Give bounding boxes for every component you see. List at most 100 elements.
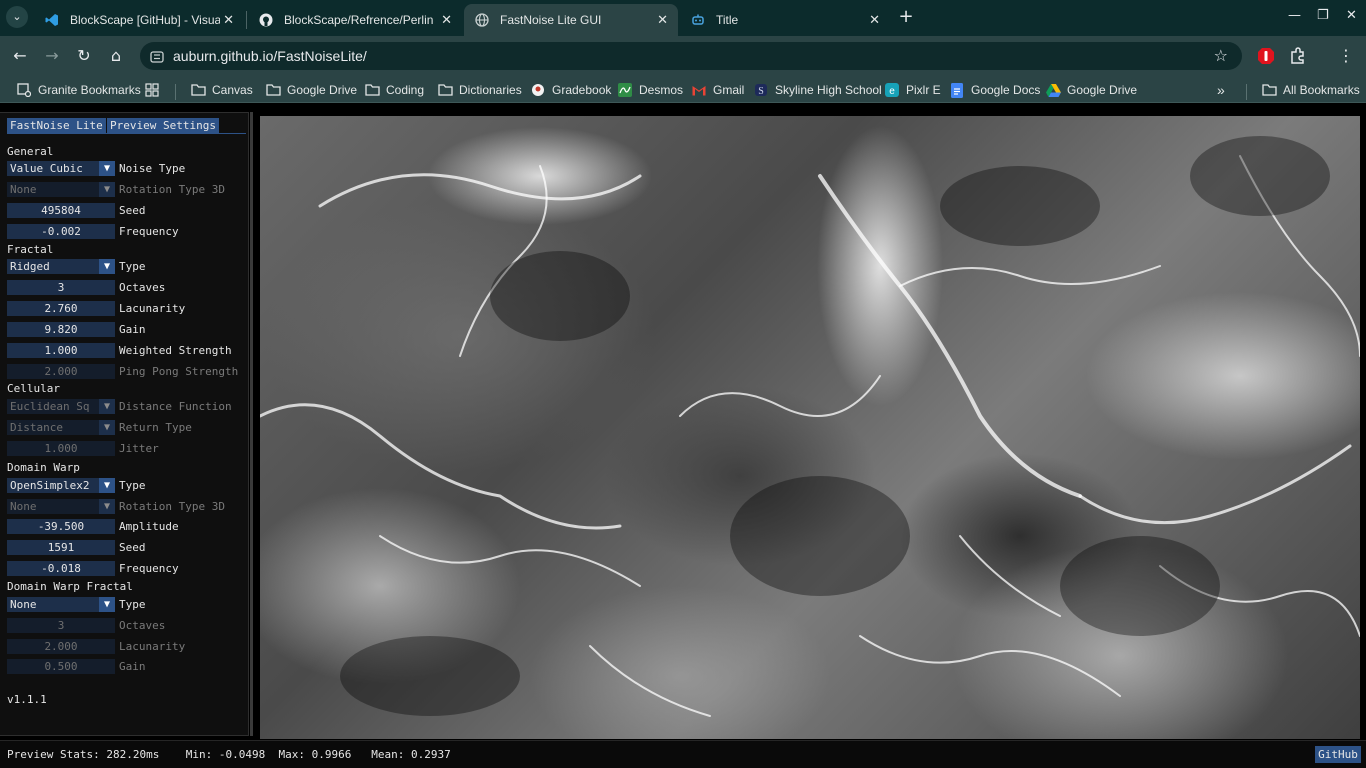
warp-rotation-type-label: Rotation Type 3D [119, 500, 225, 513]
noise-type-select[interactable]: Value Cubic ▼ [7, 161, 115, 176]
bookmark-folder-canvas[interactable]: Canvas [190, 81, 253, 99]
github-button[interactable]: GitHub [1315, 746, 1361, 763]
close-icon[interactable]: ✕ [657, 12, 668, 28]
warp-type-row: OpenSimplex2 ▼ Type [7, 478, 247, 493]
fractal-type-row: Ridged ▼ Type [7, 259, 247, 274]
preview-stats: Preview Stats: 282.20ms Min: -0.0498 Max… [7, 748, 451, 761]
close-icon[interactable]: ✕ [441, 12, 452, 28]
frequency-input[interactable]: -0.002 [7, 224, 115, 239]
bookmark-folder-coding[interactable]: Coding [364, 81, 424, 99]
warp-frequency-label: Frequency [119, 562, 179, 575]
bookmark-google-drive[interactable]: Google Drive [1045, 81, 1137, 99]
distance-function-select[interactable]: Euclidean Sq ▼ [7, 399, 115, 414]
bookmark-folder-dictionaries[interactable]: Dictionaries [437, 81, 522, 99]
dropdown-arrow-icon[interactable]: ▼ [99, 259, 115, 274]
browser-tab-github[interactable]: BlockScape/Refrence/Perlin Noise ✕ [248, 4, 462, 36]
jitter-input[interactable]: 1.000 [7, 441, 115, 456]
docs-icon [949, 82, 965, 98]
reload-icon[interactable]: ↻ [74, 46, 94, 66]
section-domain-warp-fractal: Domain Warp Fractal [7, 580, 133, 593]
url-text[interactable]: auburn.github.io/FastNoiseLite/ [173, 48, 367, 64]
rotation-type-select[interactable]: None ▼ [7, 182, 115, 197]
noise-type-value: Value Cubic [10, 162, 83, 175]
bookmark-star-icon[interactable]: ☆ [1214, 46, 1228, 65]
close-window-icon[interactable]: ✕ [1346, 8, 1357, 23]
forward-arrow-icon[interactable]: → [42, 46, 62, 66]
bookmark-gmail[interactable]: Gmail [691, 81, 744, 99]
bookmark-google-docs[interactable]: Google Docs [949, 81, 1040, 99]
browser-menu-icon[interactable]: ⋮ [1336, 46, 1356, 66]
warp-fractal-type-row: None ▼ Type [7, 597, 247, 612]
warp-gain-input[interactable]: 0.500 [7, 659, 115, 674]
amplitude-input[interactable]: -39.500 [7, 519, 115, 534]
weighted-strength-input[interactable]: 1.000 [7, 343, 115, 358]
back-arrow-icon[interactable]: ← [10, 46, 30, 66]
warp-lacunarity-input[interactable]: 2.000 [7, 639, 115, 654]
warp-rotation-type-row: None ▼ Rotation Type 3D [7, 499, 247, 514]
warp-type-select[interactable]: OpenSimplex2 ▼ [7, 478, 115, 493]
weighted-strength-label: Weighted Strength [119, 344, 232, 357]
restore-icon[interactable]: ❐ [1317, 8, 1329, 23]
warp-rotation-type-select[interactable]: None ▼ [7, 499, 115, 514]
extensions-puzzle-icon[interactable] [1288, 46, 1308, 66]
noise-preview-image[interactable] [260, 116, 1360, 739]
tab-title: BlockScape/Refrence/Perlin Noise [284, 13, 434, 27]
fractal-type-select[interactable]: Ridged ▼ [7, 259, 115, 274]
amplitude-label: Amplitude [119, 520, 179, 533]
dropdown-arrow-icon[interactable]: ▼ [99, 399, 115, 414]
warp-seed-label: Seed [119, 541, 146, 554]
apps-grid-icon[interactable] [145, 81, 159, 99]
browser-tab-fastnoise[interactable]: FastNoise Lite GUI ✕ [464, 4, 678, 36]
warp-seed-input[interactable]: 1591 [7, 540, 115, 555]
browser-tab-vscode[interactable]: BlockScape [GitHub] - Visual Studio Code… [34, 4, 244, 36]
bookmark-all-bookmarks[interactable]: All Bookmarks [1261, 81, 1360, 99]
tab-preview-settings[interactable]: Preview Settings [107, 118, 219, 133]
browser-tab-title[interactable]: Title ✕ [680, 4, 890, 36]
return-type-row: Distance ▼ Return Type [7, 420, 247, 435]
tab-underline [7, 133, 246, 134]
warp-fractal-type-select[interactable]: None ▼ [7, 597, 115, 612]
dropdown-arrow-icon[interactable]: ▼ [99, 420, 115, 435]
tab-title: FastNoise Lite GUI [500, 13, 602, 27]
home-icon[interactable]: ⌂ [106, 46, 126, 66]
gain-input[interactable]: 9.820 [7, 322, 115, 337]
close-icon[interactable]: ✕ [223, 12, 234, 28]
seed-input[interactable]: 495804 [7, 203, 115, 218]
octaves-input[interactable]: 3 [7, 280, 115, 295]
warp-lacunarity-label: Lacunarity [119, 640, 186, 653]
bookmark-manager-icon [16, 82, 32, 98]
address-bar[interactable]: auburn.github.io/FastNoiseLite/ ☆ [140, 42, 1242, 70]
bookmark-skyline[interactable]: S Skyline High School [753, 81, 882, 99]
pixlr-icon: e [884, 82, 900, 98]
bookmark-desmos[interactable]: Desmos [617, 81, 683, 99]
close-icon[interactable]: ✕ [869, 12, 880, 28]
dropdown-arrow-icon[interactable]: ▼ [99, 499, 115, 514]
bookmark-label: Coding [386, 83, 425, 97]
ping-pong-strength-input[interactable]: 2.000 [7, 364, 115, 379]
lacunarity-input[interactable]: 2.760 [7, 301, 115, 316]
dropdown-arrow-icon[interactable]: ▼ [99, 478, 115, 493]
bookmark-pixlr[interactable]: e Pixlr E [884, 81, 941, 99]
dropdown-arrow-icon[interactable]: ▼ [99, 182, 115, 197]
return-type-select[interactable]: Distance ▼ [7, 420, 115, 435]
extension-adblock-icon[interactable] [1256, 46, 1276, 66]
bookmark-folder-google-drive[interactable]: Google Drive [265, 81, 357, 99]
warp-octaves-input[interactable]: 3 [7, 618, 115, 633]
noise-type-row: Value Cubic ▼ Noise Type [7, 161, 247, 176]
new-tab-plus-icon[interactable]: + [896, 7, 916, 27]
site-info-icon[interactable] [150, 49, 164, 63]
bookmark-gradebook[interactable]: Gradebook [530, 81, 611, 99]
dropdown-arrow-icon[interactable]: ▼ [99, 161, 115, 176]
minimize-icon[interactable]: — [1288, 8, 1301, 23]
tab-fastnoise-lite[interactable]: FastNoise Lite [7, 118, 106, 133]
warp-frequency-input[interactable]: -0.018 [7, 561, 115, 576]
more-bookmarks-chevron-icon[interactable]: » [1217, 81, 1225, 99]
warp-lacunarity-row: 2.000 Lacunarity [7, 639, 247, 654]
gmail-icon [691, 82, 707, 98]
dropdown-arrow-icon[interactable]: ▼ [99, 597, 115, 612]
bookmark-granite[interactable]: Granite Bookmarks [16, 81, 141, 99]
ping-pong-strength-row: 2.000 Ping Pong Strength [7, 364, 247, 379]
tab-search-chevron-icon[interactable]: ⌄ [6, 6, 28, 28]
tab-title: Title [716, 13, 739, 27]
panel-resize-handle[interactable] [250, 112, 253, 736]
